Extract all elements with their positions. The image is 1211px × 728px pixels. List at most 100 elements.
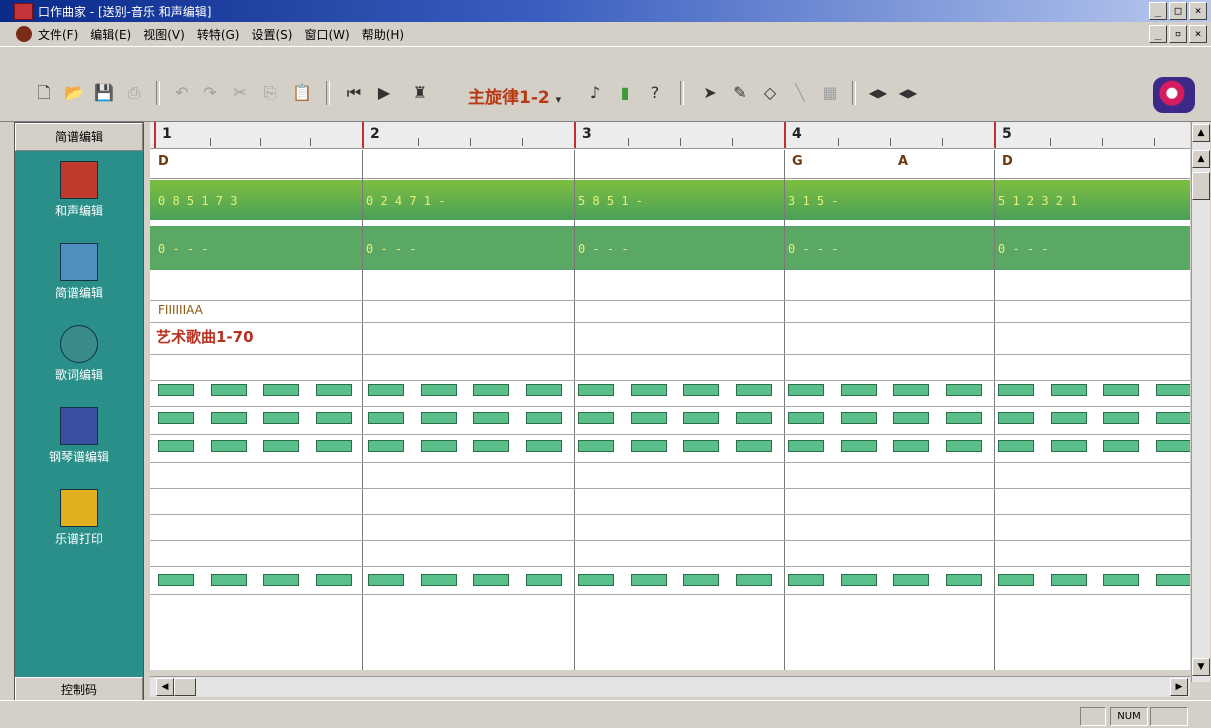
pattern-block[interactable] bbox=[525, 440, 562, 452]
rewind-icon[interactable]: ⏮ bbox=[344, 83, 364, 103]
undo-icon[interactable]: ↶ bbox=[172, 83, 192, 103]
pattern-block[interactable] bbox=[893, 440, 929, 452]
pattern-block[interactable] bbox=[998, 440, 1034, 452]
pattern-block[interactable] bbox=[210, 574, 247, 586]
pattern-block[interactable] bbox=[525, 412, 562, 424]
pattern-block[interactable] bbox=[525, 574, 562, 586]
scroll-thumb[interactable] bbox=[1192, 172, 1210, 200]
zoom-in-icon[interactable]: ◀▶ bbox=[868, 83, 888, 103]
pattern-block[interactable] bbox=[998, 574, 1034, 586]
sidebar-item-lyrics[interactable]: 歌词编辑 bbox=[15, 325, 143, 383]
pattern-block[interactable] bbox=[368, 574, 404, 586]
pattern-block[interactable] bbox=[788, 412, 824, 424]
pattern-block[interactable] bbox=[210, 412, 247, 424]
pattern-block[interactable] bbox=[945, 440, 982, 452]
help-icon[interactable]: ? bbox=[645, 83, 665, 103]
pattern-block[interactable] bbox=[1050, 440, 1087, 452]
menu-window[interactable]: 窗口(W) bbox=[304, 26, 349, 43]
maximize-button[interactable]: □ bbox=[1169, 2, 1187, 20]
pattern-block[interactable] bbox=[368, 384, 404, 396]
pattern-block[interactable] bbox=[945, 412, 982, 424]
pattern-block[interactable] bbox=[210, 384, 247, 396]
pattern-block[interactable] bbox=[420, 574, 457, 586]
pattern-block[interactable] bbox=[893, 412, 929, 424]
pattern-block[interactable] bbox=[473, 412, 509, 424]
lyric-text[interactable]: 艺术歌曲1-70 bbox=[156, 326, 254, 347]
pattern-block[interactable] bbox=[1103, 574, 1139, 586]
score-editor[interactable]: 1 2 3 4 5 D G A D 0 8 5 1 7 3 0 2 4 7 1 … bbox=[150, 122, 1190, 670]
scroll-up-icon[interactable]: ▲ bbox=[1192, 150, 1210, 168]
pattern-block[interactable] bbox=[1155, 574, 1190, 586]
pattern-block[interactable] bbox=[1050, 412, 1087, 424]
sidebar-item-print-score[interactable]: 乐谱打印 bbox=[15, 489, 143, 547]
sidebar-item-piano-score[interactable]: 钢琴谱编辑 bbox=[15, 407, 143, 465]
copy-icon[interactable]: ⎘ bbox=[260, 83, 280, 103]
pattern-block[interactable] bbox=[473, 384, 509, 396]
select-icon[interactable]: ➤ bbox=[700, 83, 720, 103]
pattern-block[interactable] bbox=[473, 440, 509, 452]
pattern-block[interactable] bbox=[1103, 412, 1139, 424]
pattern-block[interactable] bbox=[315, 384, 352, 396]
scroll-thumb[interactable] bbox=[174, 678, 196, 696]
pattern-block[interactable] bbox=[158, 384, 194, 396]
pattern-block[interactable] bbox=[263, 412, 299, 424]
pattern-block[interactable] bbox=[998, 384, 1034, 396]
pattern-block[interactable] bbox=[368, 440, 404, 452]
menu-edit[interactable]: 编辑(E) bbox=[90, 26, 131, 43]
menu-settings[interactable]: 设置(S) bbox=[251, 26, 292, 43]
pattern-block[interactable] bbox=[840, 574, 877, 586]
pattern-block[interactable] bbox=[315, 440, 352, 452]
pattern-block[interactable] bbox=[473, 574, 509, 586]
menu-view[interactable]: 视图(V) bbox=[143, 26, 185, 43]
pattern-block[interactable] bbox=[158, 412, 194, 424]
pencil-icon[interactable]: ✎ bbox=[730, 83, 750, 103]
pattern-block[interactable] bbox=[683, 574, 719, 586]
menu-file[interactable]: 文件(F) bbox=[38, 26, 78, 43]
melody-track-2[interactable]: 0 - - - 0 - - - 0 - - - 0 - - - 0 - - - bbox=[150, 226, 1190, 270]
save-icon[interactable]: 💾 bbox=[94, 83, 114, 103]
doc-minimize-button[interactable]: _ bbox=[1149, 25, 1167, 43]
pattern-block[interactable] bbox=[840, 384, 877, 396]
track-icon[interactable]: ♜ bbox=[410, 83, 430, 103]
pattern-block[interactable] bbox=[735, 412, 772, 424]
pattern-block[interactable] bbox=[788, 440, 824, 452]
eraser-icon[interactable]: ◇ bbox=[760, 83, 780, 103]
horizontal-scrollbar[interactable]: ◀ ▶ bbox=[150, 676, 1190, 697]
pattern-block[interactable] bbox=[578, 412, 614, 424]
pattern-block[interactable] bbox=[578, 384, 614, 396]
pattern-block[interactable] bbox=[578, 574, 614, 586]
cut-icon[interactable]: ✂ bbox=[230, 83, 250, 103]
pattern-block[interactable] bbox=[788, 384, 824, 396]
scroll-down-icon[interactable]: ▼ bbox=[1192, 658, 1210, 676]
doc-close-button[interactable]: × bbox=[1189, 25, 1207, 43]
pattern-block[interactable] bbox=[420, 412, 457, 424]
pattern-block[interactable] bbox=[210, 440, 247, 452]
pattern-block[interactable] bbox=[263, 384, 299, 396]
line-icon[interactable]: ╲ bbox=[790, 83, 810, 103]
vertical-scrollbar[interactable]: ▲ ▲ ▼ bbox=[1191, 122, 1210, 682]
pattern-block[interactable] bbox=[683, 440, 719, 452]
pattern-block[interactable] bbox=[788, 574, 824, 586]
zoom-out-icon[interactable]: ◀▶ bbox=[898, 83, 918, 103]
pattern-block[interactable] bbox=[945, 574, 982, 586]
new-icon[interactable]: 🗋 bbox=[34, 83, 54, 103]
pattern-block[interactable] bbox=[1155, 440, 1190, 452]
close-button[interactable]: × bbox=[1189, 2, 1207, 20]
pattern-block[interactable] bbox=[1050, 574, 1087, 586]
scroll-left-icon[interactable]: ◀ bbox=[156, 678, 174, 696]
redo-icon[interactable]: ↷ bbox=[200, 83, 220, 103]
pattern-block[interactable] bbox=[683, 412, 719, 424]
pattern-block[interactable] bbox=[840, 440, 877, 452]
pattern-block[interactable] bbox=[630, 412, 667, 424]
melody-selector[interactable]: 主旋律1-2 ▾ bbox=[468, 83, 561, 108]
pattern-block[interactable] bbox=[1103, 440, 1139, 452]
pattern-block[interactable] bbox=[683, 384, 719, 396]
pattern-block[interactable] bbox=[945, 384, 982, 396]
pattern-block[interactable] bbox=[368, 412, 404, 424]
level-bars-icon[interactable]: ▮ bbox=[615, 83, 635, 103]
pattern-block[interactable] bbox=[630, 384, 667, 396]
pattern-block[interactable] bbox=[998, 412, 1034, 424]
doc-restore-button[interactable]: ▫ bbox=[1169, 25, 1187, 43]
pattern-block[interactable] bbox=[578, 440, 614, 452]
pattern-block[interactable] bbox=[735, 384, 772, 396]
